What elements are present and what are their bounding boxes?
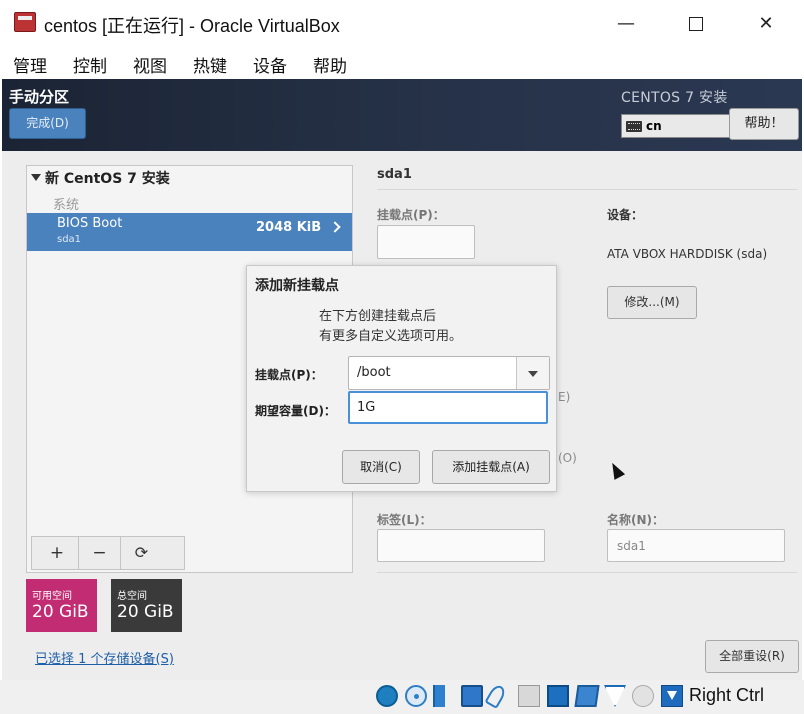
virtualization-icon[interactable] <box>604 685 626 707</box>
title-bar: centos [正在运行] - Oracle VirtualBox — ✕ <box>0 0 804 46</box>
partial-label-o: (O) <box>558 451 577 465</box>
audio-icon[interactable] <box>433 685 455 707</box>
keyboard-capture-icon[interactable] <box>661 685 683 707</box>
selected-partition-heading: sda1 <box>377 167 412 182</box>
partition-name: BIOS Boot <box>57 216 123 231</box>
chevron-right-icon <box>329 221 341 233</box>
menu-manage[interactable]: 管理 <box>13 52 47 77</box>
menu-bar: 管理 控制 视图 热键 设备 帮助 <box>0 46 804 79</box>
tag-field[interactable] <box>377 529 545 562</box>
dialog-description-line1: 在下方创建挂载点后 <box>319 309 437 324</box>
total-space-value: 20 GiB <box>117 602 174 622</box>
install-tree-header[interactable]: 新 CentOS 7 安装 <box>31 168 170 188</box>
menu-help[interactable]: 帮助 <box>313 52 347 77</box>
modify-button[interactable]: 修改...(M) <box>607 286 697 319</box>
keyboard-icon <box>626 121 642 132</box>
status-bar: Right Ctrl <box>0 680 804 714</box>
window-title: centos [正在运行] - Oracle VirtualBox <box>44 16 340 36</box>
shared-folders-icon[interactable] <box>518 685 540 707</box>
system-group-label: 系统 <box>53 198 80 213</box>
name-label: 名称(N)： <box>607 513 665 527</box>
device-label: 设备： <box>607 208 644 222</box>
cancel-button[interactable]: 取消(C) <box>342 450 420 484</box>
divider <box>377 572 797 573</box>
menu-hotkeys[interactable]: 热键 <box>193 52 227 77</box>
keyboard-layout-label: cn <box>646 119 662 133</box>
mouse-integration-icon[interactable] <box>632 685 654 707</box>
total-space-label: 总空间 <box>117 591 147 602</box>
mouse-cursor-icon <box>606 460 626 480</box>
partition-size: 2048 KiB <box>256 220 322 235</box>
close-button[interactable]: ✕ <box>748 8 784 40</box>
dialog-description-line2: 有更多自定义选项可用。 <box>319 329 463 344</box>
device-value: ATA VBOX HARDDISK (sda) <box>607 247 768 261</box>
expand-caret-icon <box>31 174 41 181</box>
combo-dropdown-button[interactable] <box>516 357 549 389</box>
virtualbox-icon <box>14 12 36 32</box>
partition-row-bios-boot[interactable]: BIOS Boot sda1 2048 KiB <box>27 213 352 251</box>
mount-point-field[interactable] <box>377 225 475 259</box>
dialog-title: 添加新挂载点 <box>255 278 339 294</box>
available-space-value: 20 GiB <box>32 602 89 622</box>
tree-header-label: 新 CentOS 7 安装 <box>45 171 170 187</box>
maximize-icon <box>689 17 703 31</box>
chevron-down-icon <box>528 371 538 377</box>
hard-disk-icon[interactable] <box>376 685 398 707</box>
partition-toolbar: + − ⟳ <box>31 536 185 570</box>
divider <box>377 189 797 190</box>
partition-device: sda1 <box>57 234 82 245</box>
partial-label-e: E) <box>558 390 571 404</box>
host-key-label: Right Ctrl <box>689 685 765 705</box>
network-icon[interactable] <box>461 685 483 707</box>
usb-icon[interactable] <box>484 682 508 710</box>
install-title: CENTOS 7 安装 <box>621 90 728 106</box>
dialog-description: 在下方创建挂载点后 有更多自定义选项可用。 <box>319 307 462 347</box>
menu-devices[interactable]: 设备 <box>253 52 287 77</box>
done-button[interactable]: 完成(D) <box>9 108 86 139</box>
optical-drive-icon[interactable] <box>405 685 427 707</box>
video-capture-icon[interactable] <box>574 685 600 707</box>
display-icon[interactable] <box>547 685 569 707</box>
maximize-button[interactable] <box>678 8 714 40</box>
add-partition-button[interactable]: + <box>36 537 78 569</box>
installer-header: 手动分区 完成(D) CENTOS 7 安装 cn 帮助！ <box>2 79 802 151</box>
add-mount-point-dialog: 添加新挂载点 在下方创建挂载点后 有更多自定义选项可用。 挂载点(P)： /bo… <box>246 265 557 492</box>
mount-point-value: /boot <box>357 365 391 380</box>
reset-all-button[interactable]: 全部重设(R) <box>705 640 799 673</box>
tag-label: 标签(L)： <box>377 513 432 527</box>
menu-view[interactable]: 视图 <box>133 52 167 77</box>
total-space-box: 总空间 20 GiB <box>111 579 182 632</box>
page-title: 手动分区 <box>9 88 70 106</box>
storage-devices-link[interactable]: 已选择 1 个存储设备(S) <box>35 648 174 667</box>
remove-partition-button[interactable]: − <box>78 537 120 569</box>
available-space-box: 可用空间 20 GiB <box>26 579 97 632</box>
mount-point-label: 挂载点(P)： <box>377 208 445 222</box>
refresh-button[interactable]: ⟳ <box>120 537 162 569</box>
keyboard-layout-indicator[interactable]: cn <box>621 114 731 138</box>
help-button[interactable]: 帮助！ <box>729 108 799 140</box>
add-mount-point-button[interactable]: 添加挂载点(A) <box>432 450 550 484</box>
mount-point-combo[interactable]: /boot <box>348 356 550 390</box>
name-field-value: sda1 <box>617 539 646 553</box>
menu-control[interactable]: 控制 <box>73 52 107 77</box>
available-space-label: 可用空间 <box>32 591 72 602</box>
dialog-capacity-label: 期望容量(D)： <box>255 404 336 418</box>
minimize-button[interactable]: — <box>608 8 644 40</box>
dialog-mount-label: 挂载点(P)： <box>255 368 323 382</box>
desired-capacity-input[interactable] <box>348 391 548 424</box>
